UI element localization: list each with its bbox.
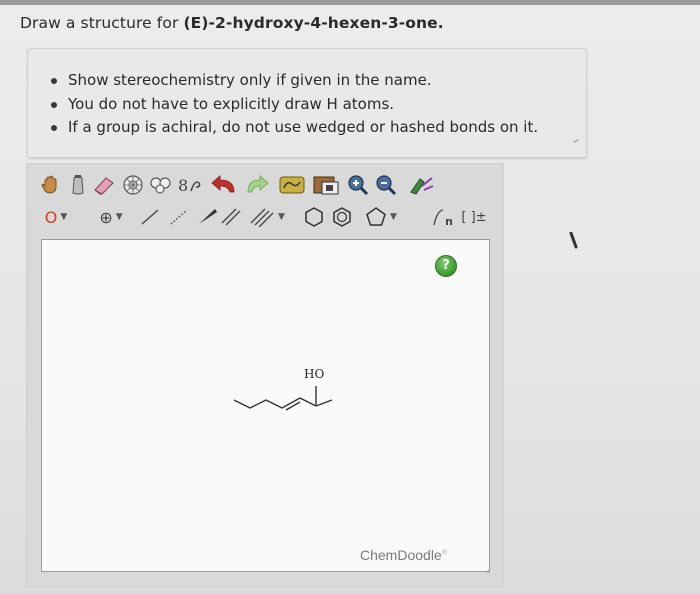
cursor-mark-icon bbox=[569, 232, 578, 249]
hint-item: Show stereochemistry only if given in th… bbox=[50, 69, 538, 93]
cut-icon[interactable]: 8 bbox=[177, 172, 203, 198]
bracket-charge-icon[interactable]: [ ]± bbox=[459, 204, 489, 230]
repeat-label: n bbox=[445, 214, 453, 228]
svg-text:8: 8 bbox=[178, 176, 188, 195]
hint-item: You do not have to explicitly draw H ato… bbox=[50, 93, 538, 117]
charge-selector[interactable]: ⊕ ▼ bbox=[91, 204, 131, 230]
drawing-canvas[interactable]: ? HO ChemDoodle® bbox=[41, 239, 490, 572]
stray-dot bbox=[487, 570, 490, 573]
toolbar-row-2: O ▼ ⊕ ▼ ▼ ▼ n []± bbox=[39, 204, 494, 232]
zoom-out-icon[interactable] bbox=[373, 172, 399, 198]
single-bond-icon[interactable] bbox=[137, 204, 163, 230]
clean-icon[interactable] bbox=[407, 172, 437, 198]
chevron-down-icon: ▼ bbox=[278, 212, 285, 222]
hint-item: If a group is achiral, do not use wedged… bbox=[50, 116, 538, 140]
brand-text: ChemDoodle bbox=[360, 547, 442, 563]
atom-label: O bbox=[44, 207, 58, 227]
triple-bond-selector[interactable]: ▼ bbox=[245, 204, 289, 230]
repeat-unit-icon[interactable]: n bbox=[427, 204, 457, 230]
undo-icon[interactable] bbox=[207, 172, 241, 198]
help-icon[interactable]: ? bbox=[435, 255, 457, 277]
question-text: Draw a structure for (E)-2-hydroxy-4-hex… bbox=[20, 14, 444, 32]
chevron-down-icon: ▼ bbox=[60, 212, 68, 222]
benzene-icon[interactable] bbox=[329, 204, 355, 230]
hints-box: Show stereochemistry only if given in th… bbox=[27, 48, 587, 158]
question-prefix: Draw a structure for bbox=[20, 14, 184, 32]
chevron-down-icon: ▼ bbox=[390, 212, 397, 222]
wedge-bond-icon[interactable] bbox=[195, 204, 219, 230]
hints-list: Show stereochemistry only if given in th… bbox=[50, 69, 538, 140]
top-border bbox=[0, 0, 700, 5]
cyclopentane-selector[interactable]: ▼ bbox=[359, 204, 403, 230]
double-bond-icon[interactable] bbox=[219, 204, 243, 230]
redo-icon[interactable] bbox=[243, 172, 271, 198]
copy-icon[interactable] bbox=[149, 172, 175, 198]
cyclohexane-icon[interactable] bbox=[301, 204, 327, 230]
chemdoodle-logo: ChemDoodle® bbox=[360, 547, 447, 563]
lasso-icon[interactable] bbox=[277, 172, 307, 198]
bracket-label: [ ]± bbox=[461, 209, 487, 225]
eraser-icon[interactable] bbox=[91, 172, 117, 198]
eraser-bottle-icon[interactable] bbox=[67, 172, 89, 198]
hashed-bond-icon[interactable] bbox=[167, 204, 191, 230]
toolbar-row-1: 8 bbox=[39, 172, 494, 202]
compound-name: (E)-2-hydroxy-4-hexen-3-one. bbox=[183, 14, 444, 32]
ring-template-icon[interactable] bbox=[121, 172, 145, 198]
zoom-in-icon[interactable] bbox=[345, 172, 371, 198]
atom-selector[interactable]: O ▼ bbox=[39, 204, 73, 230]
chemdoodle-sketcher: 8 O ▼ ⊕ ▼ ▼ ▼ n []± ? HO ChemDoodle® bbox=[26, 163, 504, 587]
hand-icon[interactable] bbox=[39, 172, 63, 198]
chevron-down-icon: ▼ bbox=[115, 212, 123, 222]
brand-mark: ® bbox=[441, 549, 447, 557]
molecule-structure[interactable] bbox=[232, 378, 342, 418]
charge-label: ⊕ bbox=[99, 207, 113, 227]
save-icon[interactable] bbox=[311, 172, 341, 198]
